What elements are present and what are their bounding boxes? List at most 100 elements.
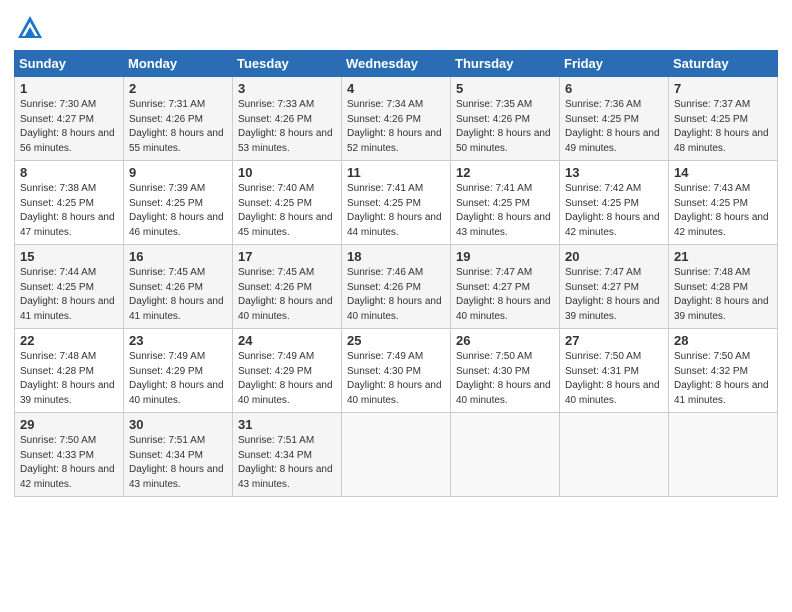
day-detail: Sunrise: 7:46 AMSunset: 4:26 PMDaylight:…: [347, 267, 442, 322]
calendar-cell: 7 Sunrise: 7:37 AMSunset: 4:25 PMDayligh…: [669, 77, 778, 161]
day-detail: Sunrise: 7:49 AMSunset: 4:29 PMDaylight:…: [238, 351, 333, 406]
calendar-cell: 12 Sunrise: 7:41 AMSunset: 4:25 PMDaylig…: [451, 161, 560, 245]
day-number: 12: [456, 165, 555, 180]
day-number: 6: [565, 81, 664, 96]
day-detail: Sunrise: 7:43 AMSunset: 4:25 PMDaylight:…: [674, 183, 769, 238]
calendar-cell: 18 Sunrise: 7:46 AMSunset: 4:26 PMDaylig…: [342, 245, 451, 329]
calendar-cell: 15 Sunrise: 7:44 AMSunset: 4:25 PMDaylig…: [15, 245, 124, 329]
calendar-cell: 2 Sunrise: 7:31 AMSunset: 4:26 PMDayligh…: [124, 77, 233, 161]
day-detail: Sunrise: 7:34 AMSunset: 4:26 PMDaylight:…: [347, 99, 442, 154]
calendar-cell: 19 Sunrise: 7:47 AMSunset: 4:27 PMDaylig…: [451, 245, 560, 329]
calendar-cell: 8 Sunrise: 7:38 AMSunset: 4:25 PMDayligh…: [15, 161, 124, 245]
day-number: 30: [129, 417, 228, 432]
day-number: 18: [347, 249, 446, 264]
calendar-table: SundayMondayTuesdayWednesdayThursdayFrid…: [14, 50, 778, 497]
day-number: 7: [674, 81, 773, 96]
day-detail: Sunrise: 7:37 AMSunset: 4:25 PMDaylight:…: [674, 99, 769, 154]
calendar-cell: 27 Sunrise: 7:50 AMSunset: 4:31 PMDaylig…: [560, 329, 669, 413]
day-detail: Sunrise: 7:40 AMSunset: 4:25 PMDaylight:…: [238, 183, 333, 238]
calendar-cell: 28 Sunrise: 7:50 AMSunset: 4:32 PMDaylig…: [669, 329, 778, 413]
day-detail: Sunrise: 7:50 AMSunset: 4:31 PMDaylight:…: [565, 351, 660, 406]
logo-icon: [16, 14, 44, 42]
column-header-sunday: Sunday: [15, 51, 124, 77]
calendar-week-row: 1 Sunrise: 7:30 AMSunset: 4:27 PMDayligh…: [15, 77, 778, 161]
calendar-cell: 5 Sunrise: 7:35 AMSunset: 4:26 PMDayligh…: [451, 77, 560, 161]
day-number: 21: [674, 249, 773, 264]
day-detail: Sunrise: 7:49 AMSunset: 4:29 PMDaylight:…: [129, 351, 224, 406]
day-detail: Sunrise: 7:49 AMSunset: 4:30 PMDaylight:…: [347, 351, 442, 406]
calendar-cell: 23 Sunrise: 7:49 AMSunset: 4:29 PMDaylig…: [124, 329, 233, 413]
calendar-week-row: 29 Sunrise: 7:50 AMSunset: 4:33 PMDaylig…: [15, 413, 778, 497]
day-detail: Sunrise: 7:41 AMSunset: 4:25 PMDaylight:…: [347, 183, 442, 238]
calendar-cell: 17 Sunrise: 7:45 AMSunset: 4:26 PMDaylig…: [233, 245, 342, 329]
calendar-cell: 16 Sunrise: 7:45 AMSunset: 4:26 PMDaylig…: [124, 245, 233, 329]
day-detail: Sunrise: 7:42 AMSunset: 4:25 PMDaylight:…: [565, 183, 660, 238]
calendar-cell: 14 Sunrise: 7:43 AMSunset: 4:25 PMDaylig…: [669, 161, 778, 245]
calendar-week-row: 8 Sunrise: 7:38 AMSunset: 4:25 PMDayligh…: [15, 161, 778, 245]
calendar-cell: [669, 413, 778, 497]
day-number: 29: [20, 417, 119, 432]
calendar-cell: 4 Sunrise: 7:34 AMSunset: 4:26 PMDayligh…: [342, 77, 451, 161]
calendar-cell: 26 Sunrise: 7:50 AMSunset: 4:30 PMDaylig…: [451, 329, 560, 413]
day-number: 11: [347, 165, 446, 180]
day-number: 2: [129, 81, 228, 96]
calendar-cell: 22 Sunrise: 7:48 AMSunset: 4:28 PMDaylig…: [15, 329, 124, 413]
day-number: 26: [456, 333, 555, 348]
day-detail: Sunrise: 7:30 AMSunset: 4:27 PMDaylight:…: [20, 99, 115, 154]
calendar-cell: 9 Sunrise: 7:39 AMSunset: 4:25 PMDayligh…: [124, 161, 233, 245]
day-detail: Sunrise: 7:36 AMSunset: 4:25 PMDaylight:…: [565, 99, 660, 154]
calendar-cell: 10 Sunrise: 7:40 AMSunset: 4:25 PMDaylig…: [233, 161, 342, 245]
calendar-cell: 13 Sunrise: 7:42 AMSunset: 4:25 PMDaylig…: [560, 161, 669, 245]
header: [14, 10, 778, 42]
calendar-cell: 24 Sunrise: 7:49 AMSunset: 4:29 PMDaylig…: [233, 329, 342, 413]
day-detail: Sunrise: 7:47 AMSunset: 4:27 PMDaylight:…: [565, 267, 660, 322]
day-number: 1: [20, 81, 119, 96]
day-detail: Sunrise: 7:48 AMSunset: 4:28 PMDaylight:…: [674, 267, 769, 322]
day-number: 27: [565, 333, 664, 348]
day-detail: Sunrise: 7:41 AMSunset: 4:25 PMDaylight:…: [456, 183, 551, 238]
day-number: 10: [238, 165, 337, 180]
day-detail: Sunrise: 7:47 AMSunset: 4:27 PMDaylight:…: [456, 267, 551, 322]
day-detail: Sunrise: 7:50 AMSunset: 4:30 PMDaylight:…: [456, 351, 551, 406]
day-number: 3: [238, 81, 337, 96]
day-number: 17: [238, 249, 337, 264]
calendar-cell: 6 Sunrise: 7:36 AMSunset: 4:25 PMDayligh…: [560, 77, 669, 161]
day-detail: Sunrise: 7:50 AMSunset: 4:32 PMDaylight:…: [674, 351, 769, 406]
day-number: 5: [456, 81, 555, 96]
column-header-monday: Monday: [124, 51, 233, 77]
day-number: 23: [129, 333, 228, 348]
day-detail: Sunrise: 7:51 AMSunset: 4:34 PMDaylight:…: [129, 435, 224, 490]
column-header-wednesday: Wednesday: [342, 51, 451, 77]
calendar-week-row: 15 Sunrise: 7:44 AMSunset: 4:25 PMDaylig…: [15, 245, 778, 329]
day-detail: Sunrise: 7:48 AMSunset: 4:28 PMDaylight:…: [20, 351, 115, 406]
day-number: 15: [20, 249, 119, 264]
day-number: 20: [565, 249, 664, 264]
column-header-thursday: Thursday: [451, 51, 560, 77]
day-number: 31: [238, 417, 337, 432]
calendar-cell: 25 Sunrise: 7:49 AMSunset: 4:30 PMDaylig…: [342, 329, 451, 413]
day-detail: Sunrise: 7:50 AMSunset: 4:33 PMDaylight:…: [20, 435, 115, 490]
day-number: 9: [129, 165, 228, 180]
logo: [14, 14, 44, 42]
day-number: 13: [565, 165, 664, 180]
day-detail: Sunrise: 7:44 AMSunset: 4:25 PMDaylight:…: [20, 267, 115, 322]
calendar-week-row: 22 Sunrise: 7:48 AMSunset: 4:28 PMDaylig…: [15, 329, 778, 413]
calendar-cell: 21 Sunrise: 7:48 AMSunset: 4:28 PMDaylig…: [669, 245, 778, 329]
calendar-cell: [451, 413, 560, 497]
day-number: 4: [347, 81, 446, 96]
day-detail: Sunrise: 7:31 AMSunset: 4:26 PMDaylight:…: [129, 99, 224, 154]
calendar-cell: [560, 413, 669, 497]
column-header-tuesday: Tuesday: [233, 51, 342, 77]
day-number: 24: [238, 333, 337, 348]
day-number: 8: [20, 165, 119, 180]
calendar-cell: 11 Sunrise: 7:41 AMSunset: 4:25 PMDaylig…: [342, 161, 451, 245]
day-detail: Sunrise: 7:45 AMSunset: 4:26 PMDaylight:…: [238, 267, 333, 322]
day-number: 22: [20, 333, 119, 348]
day-number: 28: [674, 333, 773, 348]
day-detail: Sunrise: 7:38 AMSunset: 4:25 PMDaylight:…: [20, 183, 115, 238]
day-number: 14: [674, 165, 773, 180]
column-header-saturday: Saturday: [669, 51, 778, 77]
day-detail: Sunrise: 7:33 AMSunset: 4:26 PMDaylight:…: [238, 99, 333, 154]
day-number: 19: [456, 249, 555, 264]
day-detail: Sunrise: 7:35 AMSunset: 4:26 PMDaylight:…: [456, 99, 551, 154]
